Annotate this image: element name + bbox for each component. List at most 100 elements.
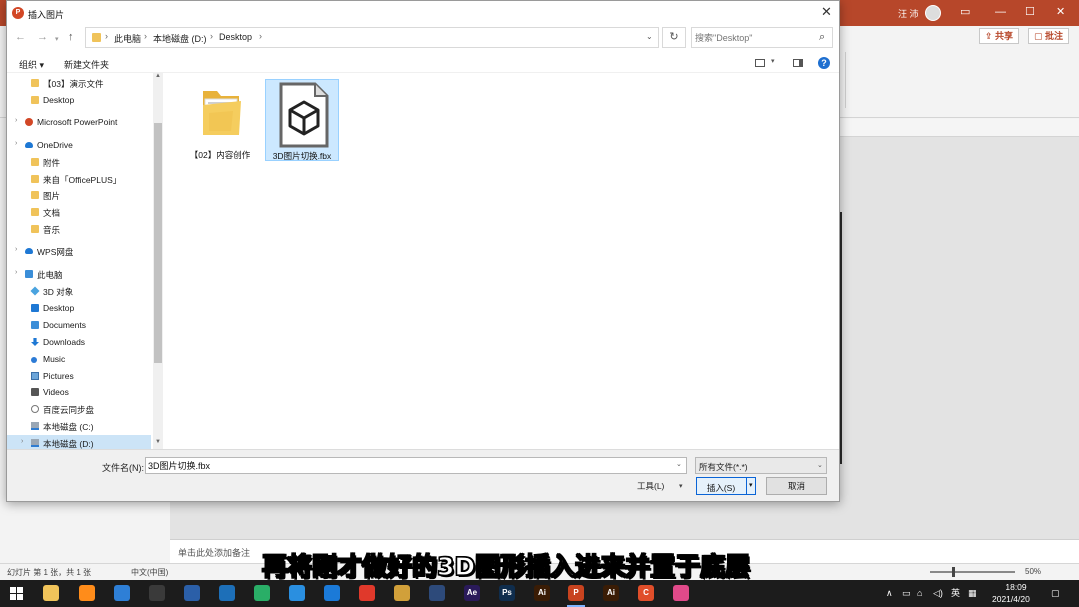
taskbar-search-app[interactable]	[76, 583, 98, 604]
chevron-down-icon[interactable]: ▾	[679, 482, 683, 490]
close-window-icon[interactable]: ✕	[1056, 6, 1065, 18]
taskbar-wechat-app[interactable]	[251, 583, 273, 604]
maximize-icon[interactable]: ☐	[1025, 6, 1035, 18]
search-box[interactable]: ⌕	[691, 27, 833, 48]
sidebar-item[interactable]: Videos	[7, 384, 151, 400]
sidebar-item[interactable]: 文档	[7, 204, 151, 220]
chevron-down-icon[interactable]: ▾	[771, 57, 775, 65]
taskbar-after-effects-app[interactable]: Ae	[461, 583, 483, 604]
chevron-right-icon[interactable]: ›	[15, 246, 17, 253]
ime-settings-icon[interactable]: ▦	[968, 588, 977, 598]
sidebar-item[interactable]: 来自「OfficePLUS」	[7, 171, 151, 187]
sidebar-item[interactable]: › 本地磁盘 (D:)	[7, 435, 151, 449]
forward-arrow-icon[interactable]: →	[37, 30, 48, 44]
chevron-right-icon[interactable]: ›	[21, 438, 23, 445]
zoom-slider[interactable]	[930, 571, 1015, 573]
taskbar-file-explorer[interactable]	[40, 583, 62, 604]
windows-start-icon[interactable]	[10, 587, 24, 601]
taskbar-powerpoint-app[interactable]: P	[565, 583, 587, 607]
taskbar-feather-app[interactable]	[286, 583, 308, 604]
sidebar-item[interactable]: Music	[7, 351, 151, 367]
cancel-button[interactable]: 取消	[766, 477, 827, 495]
recent-locations-icon[interactable]: ▾	[55, 33, 59, 47]
breadcrumb-this-pc[interactable]: 此电脑	[114, 32, 141, 45]
search-input[interactable]	[695, 30, 813, 45]
sidebar-item[interactable]: › OneDrive	[7, 137, 151, 153]
taskbar-store-app[interactable]	[181, 583, 203, 604]
preview-pane-icon[interactable]	[793, 59, 803, 67]
sidebar-item[interactable]: Documents	[7, 317, 151, 333]
taskbar-photoshop-app[interactable]: Ps	[496, 583, 518, 604]
comments-button[interactable]: ▢ 批注	[1028, 28, 1070, 44]
minimize-icon[interactable]: —	[995, 6, 1006, 18]
volume-icon[interactable]: ◁)	[933, 588, 943, 598]
taskbar-circle-app[interactable]	[391, 583, 413, 604]
insert-button[interactable]: 插入(S) ▾	[696, 477, 756, 495]
clock-time[interactable]: 18:09	[1004, 582, 1028, 592]
chevron-right-icon[interactable]: ›	[15, 117, 17, 124]
up-arrow-icon[interactable]: ↑	[68, 30, 74, 44]
filename-input[interactable]	[148, 459, 668, 472]
taskbar-dark-app[interactable]	[426, 583, 448, 604]
chevron-right-icon[interactable]: ›	[144, 31, 147, 41]
sidebar-item[interactable]: 本地磁盘 (C:)	[7, 418, 151, 434]
sidebar-item[interactable]: › WPS网盘	[7, 243, 151, 259]
filetype-select[interactable]: 所有文件(*.*) ⌄	[695, 457, 827, 474]
sidebar-item[interactable]: 【03】演示文件	[7, 75, 151, 91]
taskbar-edge-app[interactable]	[321, 583, 343, 604]
monitor-icon[interactable]: ▭	[902, 588, 911, 598]
address-bar[interactable]: › 此电脑 › 本地磁盘 (D:) › Desktop › ⌄	[85, 27, 659, 48]
taskbar-c-app[interactable]: C	[635, 583, 657, 604]
insert-options-icon[interactable]: ▾	[749, 481, 753, 489]
scrollbar-thumb[interactable]	[154, 123, 162, 363]
sidebar-item[interactable]: Pictures	[7, 368, 151, 384]
organize-button[interactable]: 组织 ▾	[19, 58, 44, 71]
sidebar-item[interactable]: 图片	[7, 187, 151, 203]
chevron-down-icon[interactable]: ⌄	[676, 460, 682, 468]
tools-button[interactable]: 工具(L)	[637, 480, 664, 492]
sidebar-item[interactable]: Downloads	[7, 334, 151, 350]
sidebar-item[interactable]: › 此电脑	[7, 266, 151, 282]
sidebar-item[interactable]: 3D 对象	[7, 283, 151, 299]
search-icon[interactable]: ⌕	[819, 31, 825, 43]
scroll-down-icon[interactable]: ▼	[155, 439, 161, 445]
chevron-right-icon[interactable]: ›	[210, 31, 213, 41]
breadcrumb-drive-d[interactable]: 本地磁盘 (D:)	[153, 32, 207, 45]
sidebar-item[interactable]: 百度云同步盘	[7, 401, 151, 417]
taskbar-illustrator-app-2[interactable]: Ai	[600, 583, 622, 604]
zoom-slider-knob[interactable]	[952, 567, 955, 577]
new-folder-button[interactable]: 新建文件夹	[64, 58, 109, 71]
chevron-right-icon[interactable]: ›	[15, 140, 17, 147]
file-item-folder[interactable]: 【02】内容创作	[184, 79, 258, 161]
share-button[interactable]: ⇪ 共享	[979, 28, 1020, 44]
sidebar-item[interactable]: › Microsoft PowerPoint	[7, 114, 151, 130]
back-arrow-icon[interactable]: ←	[15, 30, 26, 44]
help-icon[interactable]: ?	[818, 57, 830, 69]
chevron-right-icon[interactable]: ›	[15, 269, 17, 276]
chevron-right-icon[interactable]: ›	[105, 31, 108, 41]
filename-combobox[interactable]: ⌄	[145, 457, 687, 474]
sidebar-item[interactable]: 音乐	[7, 221, 151, 237]
taskbar-cloud-app[interactable]	[111, 583, 133, 604]
zoom-level[interactable]: 50%	[1025, 567, 1041, 576]
chevron-up-icon[interactable]: ∧	[886, 588, 893, 598]
chevron-down-icon[interactable]: ⌄	[646, 32, 653, 41]
avatar[interactable]	[925, 5, 941, 21]
clock-date[interactable]: 2021/4/20	[992, 594, 1030, 604]
close-icon[interactable]: ✕	[821, 5, 832, 19]
sidebar-item[interactable]: 附件	[7, 154, 151, 170]
breadcrumb-desktop[interactable]: Desktop	[219, 32, 252, 42]
sidebar-item[interactable]: Desktop	[7, 92, 151, 108]
taskbar-illustrator-app[interactable]: Ai	[531, 583, 553, 604]
ribbon-display-icon[interactable]: ▭	[960, 6, 970, 18]
navigation-scrollbar[interactable]: ▲ ▼	[153, 73, 163, 449]
ime-indicator[interactable]: 英	[951, 588, 960, 598]
refresh-button[interactable]: ↻	[662, 27, 686, 48]
scroll-up-icon[interactable]: ▲	[155, 73, 161, 79]
taskbar-blue-app[interactable]	[216, 583, 238, 604]
taskbar-network-app[interactable]	[146, 583, 168, 604]
notification-icon[interactable]: ▢	[1051, 588, 1060, 598]
view-mode-icon[interactable]	[755, 59, 765, 67]
taskbar-chrome-app[interactable]	[356, 583, 378, 604]
file-item-fbx[interactable]: 3D图片切换.fbx	[265, 79, 339, 161]
